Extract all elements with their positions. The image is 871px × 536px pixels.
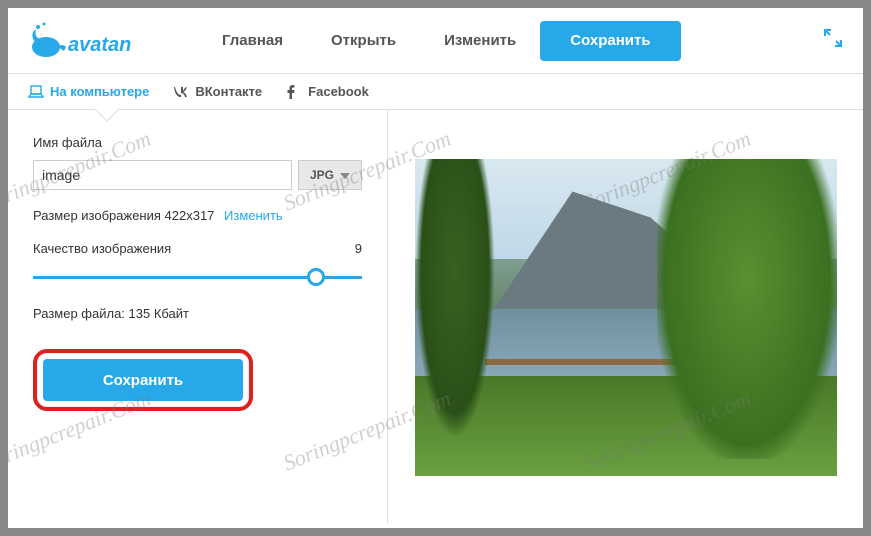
dimensions-label: Размер изображения 422x317 <box>33 208 214 223</box>
nav-home[interactable]: Главная <box>198 21 307 61</box>
logo[interactable]: avatan <box>28 19 168 63</box>
tab-vk-label: ВКонтакте <box>195 84 262 99</box>
nav-save[interactable]: Сохранить <box>540 21 680 61</box>
facebook-icon <box>286 85 302 99</box>
filename-label: Имя файла <box>33 135 362 150</box>
quality-value: 9 <box>355 241 362 256</box>
slider-thumb[interactable] <box>307 268 325 286</box>
fullscreen-icon[interactable] <box>823 28 843 53</box>
svg-text:avatan: avatan <box>68 34 131 56</box>
quality-slider[interactable] <box>33 268 362 288</box>
chevron-down-icon <box>340 168 350 182</box>
filesize-label: Размер файла: 135 Кбайт <box>33 306 362 321</box>
image-preview <box>415 159 837 476</box>
nav-open[interactable]: Открыть <box>307 21 420 61</box>
quality-label: Качество изображения <box>33 241 171 256</box>
filename-input[interactable] <box>33 160 292 190</box>
format-value: JPG <box>310 168 334 182</box>
tab-facebook-label: Facebook <box>308 84 369 99</box>
save-highlight-box: Сохранить <box>33 349 253 411</box>
tab-vk[interactable]: ВКонтакте <box>173 84 262 109</box>
nav-edit[interactable]: Изменить <box>420 21 540 61</box>
tab-computer[interactable]: На компьютере <box>28 84 149 109</box>
laptop-icon <box>28 85 44 99</box>
format-select[interactable]: JPG <box>298 160 362 190</box>
save-button[interactable]: Сохранить <box>43 359 243 401</box>
vk-icon <box>173 85 189 99</box>
tab-facebook[interactable]: Facebook <box>286 84 369 109</box>
change-dimensions-link[interactable]: Изменить <box>224 208 283 223</box>
tab-computer-label: На компьютере <box>50 84 149 99</box>
